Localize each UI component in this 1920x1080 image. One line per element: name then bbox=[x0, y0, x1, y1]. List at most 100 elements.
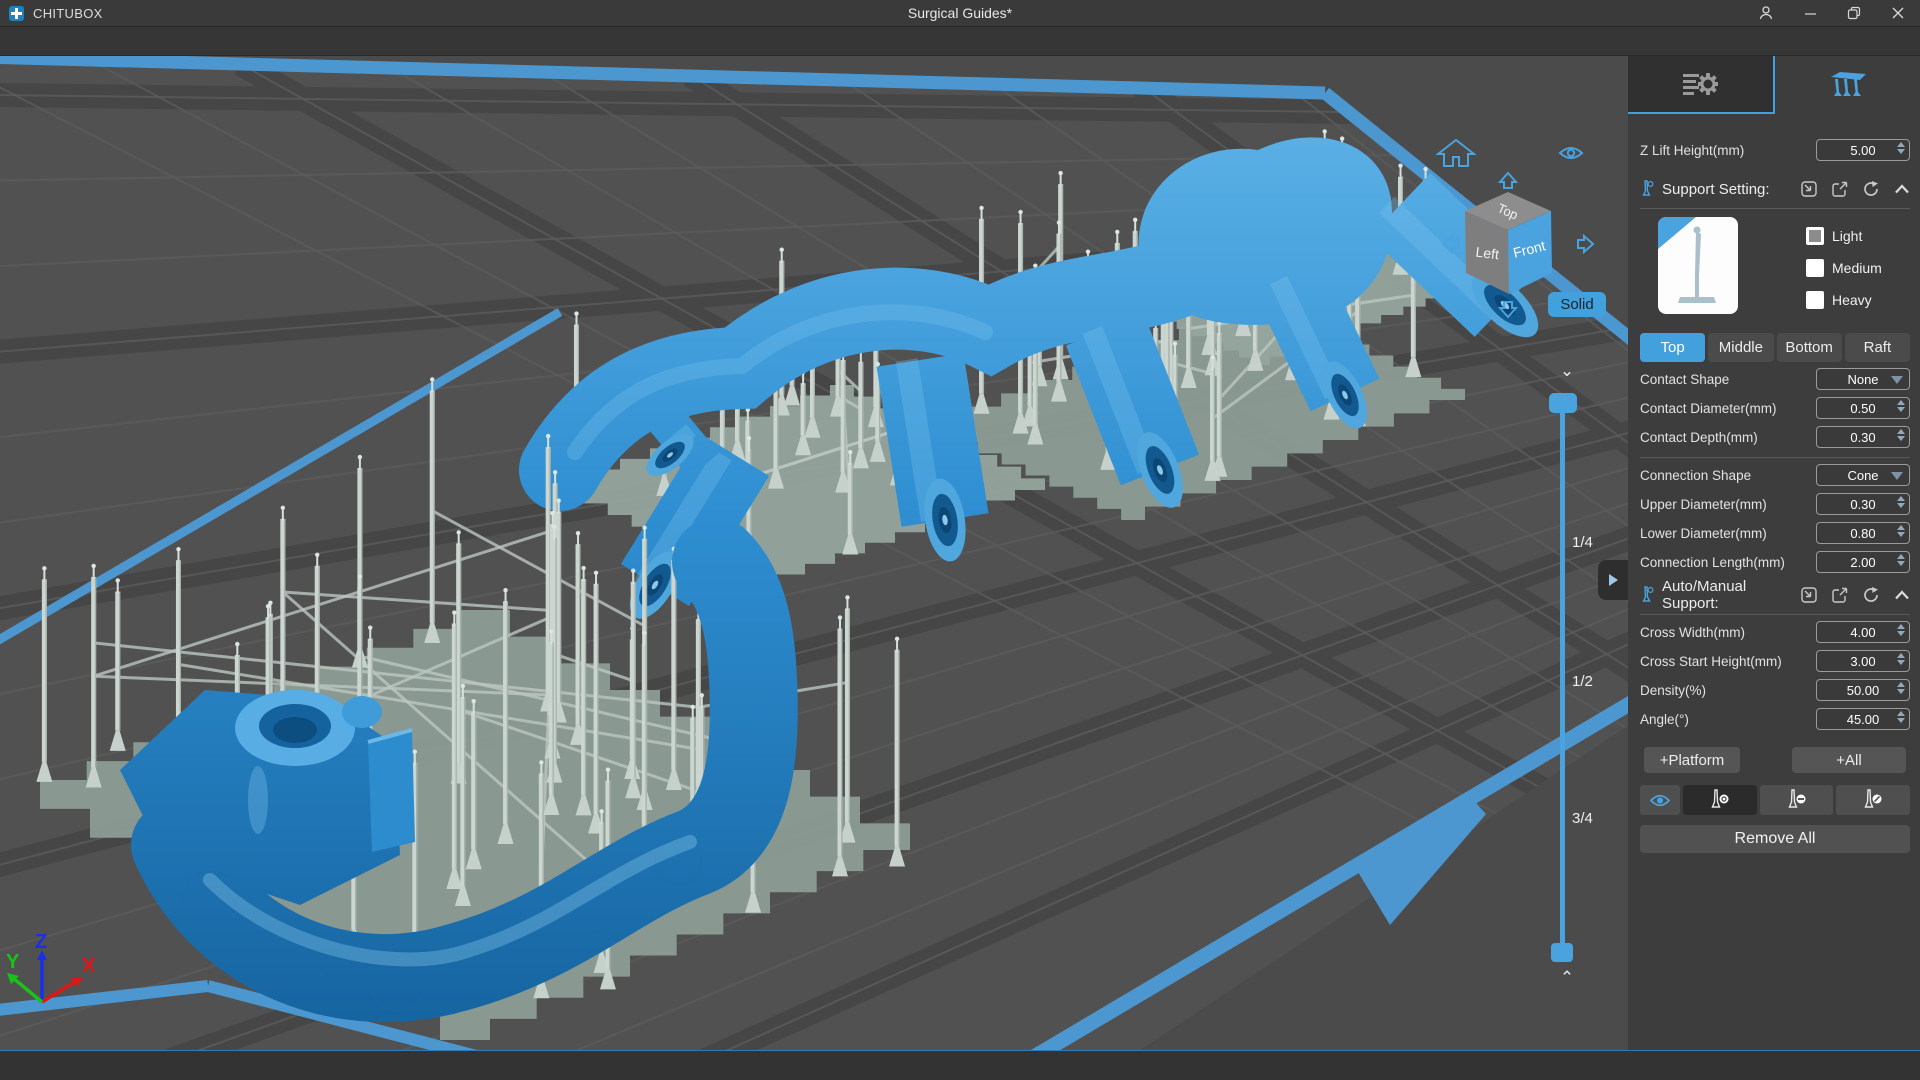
divider bbox=[1640, 614, 1910, 615]
field-label: Connection Shape bbox=[1640, 467, 1752, 483]
dropdown-arrow-icon bbox=[1891, 376, 1903, 384]
axis-z-label: Z bbox=[35, 931, 47, 953]
import-profile-icon[interactable] bbox=[1800, 586, 1818, 604]
field-row-density: Density(%) 50.00 bbox=[1640, 678, 1910, 702]
support-density-option-heavy: Heavy bbox=[1806, 290, 1882, 310]
export-profile-icon[interactable] bbox=[1831, 180, 1849, 198]
input-cross-start-height-mm[interactable]: 3.00 bbox=[1816, 650, 1910, 672]
slice-mark-1-2: 1/2 bbox=[1572, 673, 1593, 690]
view-eye-icon[interactable] bbox=[1558, 147, 1584, 159]
panel-collapse-tab[interactable] bbox=[1598, 560, 1628, 600]
slice-slider-lower-handle[interactable] bbox=[1551, 943, 1573, 962]
axis-x-label: X bbox=[82, 955, 96, 977]
field-row-contact-shape: Contact Shape None bbox=[1640, 367, 1910, 391]
support-density-option-light: Light bbox=[1806, 226, 1882, 246]
input-cross-width-mm[interactable]: 4.00 bbox=[1816, 621, 1910, 643]
checkbox-heavy[interactable] bbox=[1806, 291, 1824, 309]
field-value: 2.00 bbox=[1850, 554, 1876, 570]
slice-mark-3-4: 3/4 bbox=[1572, 810, 1593, 827]
dropdown-contact-shape[interactable]: None bbox=[1816, 368, 1910, 390]
slice-settings-icon bbox=[1682, 73, 1718, 95]
tab-slice-settings[interactable] bbox=[1628, 56, 1775, 114]
z-lift-value: 5.00 bbox=[1850, 142, 1876, 158]
spinner-arrows[interactable] bbox=[1897, 653, 1905, 665]
tab-support-settings[interactable] bbox=[1775, 56, 1920, 114]
support-preview-thumbnail bbox=[1658, 217, 1738, 314]
restore-button[interactable] bbox=[1832, 0, 1876, 26]
add-support-mode-button[interactable] bbox=[1683, 785, 1757, 815]
rotate-up-arrow-icon[interactable] bbox=[1497, 171, 1519, 189]
field-label: Cross Width(mm) bbox=[1640, 624, 1745, 640]
home-icon[interactable] bbox=[1435, 138, 1477, 167]
spinner-arrows[interactable] bbox=[1897, 496, 1905, 508]
account-icon[interactable] bbox=[1744, 0, 1788, 26]
spinner-arrows[interactable] bbox=[1897, 429, 1905, 441]
input-angle[interactable]: 45.00 bbox=[1816, 708, 1910, 730]
add-all-supports-button[interactable]: +All bbox=[1792, 747, 1906, 773]
support-part-tab-raft[interactable]: Raft bbox=[1844, 333, 1910, 362]
input-lower-diameter-mm[interactable]: 0.80 bbox=[1816, 522, 1910, 544]
add-platform-supports-button[interactable]: +Platform bbox=[1644, 747, 1740, 773]
checkbox-medium[interactable] bbox=[1806, 259, 1824, 277]
close-button[interactable] bbox=[1876, 0, 1920, 26]
field-row-lower-diameter-mm: Lower Diameter(mm) 0.80 bbox=[1640, 521, 1910, 545]
minimize-button[interactable] bbox=[1788, 0, 1832, 26]
input-contact-depth-mm[interactable]: 0.30 bbox=[1816, 426, 1910, 448]
z-lift-input[interactable]: 5.00 bbox=[1816, 139, 1910, 161]
rotate-left-arrow-icon[interactable] bbox=[1441, 233, 1459, 255]
spinner-arrows[interactable] bbox=[1897, 400, 1905, 412]
toggle-supports-visibility-button[interactable] bbox=[1640, 785, 1680, 815]
field-row-cross-width-mm: Cross Width(mm) 4.00 bbox=[1640, 620, 1910, 644]
chitubox-window: CHITUBOX Surgical Guides* Z X Y Top Left… bbox=[0, 0, 1920, 1080]
slice-slider-track[interactable] bbox=[1560, 402, 1565, 948]
field-row-upper-diameter-mm: Upper Diameter(mm) 0.30 bbox=[1640, 492, 1910, 516]
rotate-down-arrow-icon[interactable] bbox=[1497, 301, 1519, 319]
spinner-arrows[interactable] bbox=[1897, 682, 1905, 694]
export-profile-icon[interactable] bbox=[1831, 586, 1849, 604]
delete-support-mode-button[interactable] bbox=[1759, 785, 1834, 815]
collapse-section-icon[interactable] bbox=[1894, 184, 1910, 194]
z-lift-spinner[interactable] bbox=[1897, 142, 1905, 154]
checkbox-label: Medium bbox=[1832, 260, 1882, 276]
dropdown-connection-shape[interactable]: Cone bbox=[1816, 464, 1910, 486]
render-mode-badge[interactable]: Solid bbox=[1548, 292, 1606, 317]
field-value: Cone bbox=[1847, 467, 1879, 483]
field-value: None bbox=[1847, 371, 1879, 387]
support-part-tab-top[interactable]: Top bbox=[1640, 333, 1706, 362]
checkbox-label: Heavy bbox=[1832, 292, 1872, 308]
rotate-right-arrow-icon[interactable] bbox=[1577, 233, 1595, 255]
slice-down-chevron-icon[interactable]: ⌃ bbox=[1556, 969, 1578, 986]
slice-up-chevron-icon[interactable]: ⌄ bbox=[1556, 362, 1578, 379]
app-name: CHITUBOX bbox=[33, 5, 103, 21]
slice-slider-upper-handle[interactable] bbox=[1549, 393, 1577, 413]
spinner-arrows[interactable] bbox=[1897, 525, 1905, 537]
input-density[interactable]: 50.00 bbox=[1816, 679, 1910, 701]
collapse-section-icon[interactable] bbox=[1894, 590, 1910, 600]
import-profile-icon[interactable] bbox=[1800, 180, 1818, 198]
checkbox-light[interactable] bbox=[1806, 227, 1824, 245]
edit-support-mode-button[interactable] bbox=[1836, 785, 1911, 815]
collapse-arrow-icon bbox=[1609, 574, 1618, 586]
3d-viewport[interactable]: Z X Y Top Left Front Solid ⌄ 1/4 1/2 3/4… bbox=[0, 56, 1628, 1050]
support-edit-icon bbox=[1864, 789, 1882, 808]
field-value: 4.00 bbox=[1850, 624, 1876, 640]
field-label: Contact Depth(mm) bbox=[1640, 429, 1758, 445]
reset-icon[interactable] bbox=[1862, 180, 1881, 198]
reset-icon[interactable] bbox=[1862, 586, 1881, 604]
support-part-tab-bottom[interactable]: Bottom bbox=[1776, 333, 1842, 362]
remove-all-button[interactable]: Remove All bbox=[1640, 825, 1910, 853]
chitubox-logo-icon bbox=[9, 5, 24, 21]
support-part-tab-middle[interactable]: Middle bbox=[1708, 333, 1774, 362]
spinner-arrows[interactable] bbox=[1897, 624, 1905, 636]
input-contact-diameter-mm[interactable]: 0.50 bbox=[1816, 397, 1910, 419]
toolbar-strip bbox=[0, 26, 1920, 56]
orientation-cube[interactable]: Top Left Front bbox=[1465, 192, 1552, 294]
spinner-arrows[interactable] bbox=[1897, 711, 1905, 723]
spinner-arrows[interactable] bbox=[1897, 554, 1905, 566]
field-label: Cross Start Height(mm) bbox=[1640, 653, 1782, 669]
title-bar: CHITUBOX Surgical Guides* bbox=[0, 0, 1920, 26]
input-upper-diameter-mm[interactable]: 0.30 bbox=[1816, 493, 1910, 515]
field-value: 3.00 bbox=[1850, 653, 1876, 669]
z-lift-row: Z Lift Height(mm) 5.00 bbox=[1640, 138, 1910, 162]
input-connection-length-mm[interactable]: 2.00 bbox=[1816, 551, 1910, 573]
